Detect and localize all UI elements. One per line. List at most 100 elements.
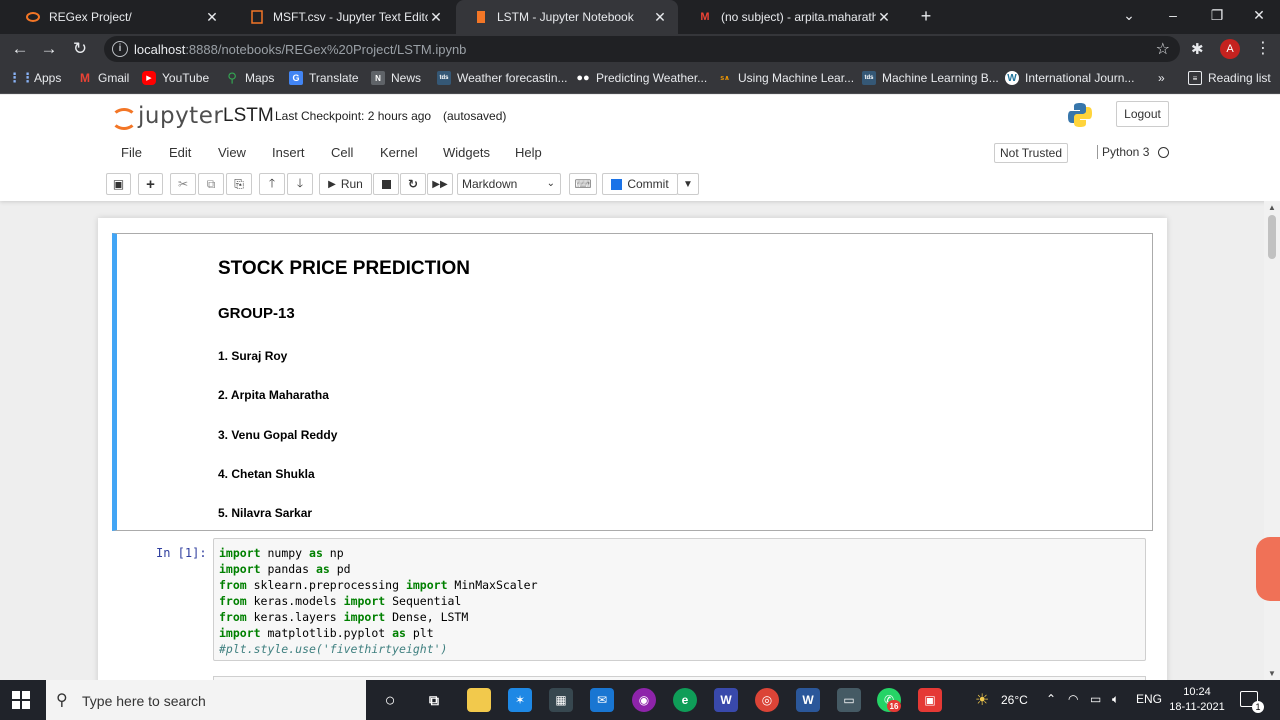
restart-kernel-button[interactable]: ↻ [400, 173, 426, 195]
copy-button[interactable]: ⧉ [198, 173, 224, 195]
language-indicator[interactable]: ENG [1136, 692, 1162, 706]
close-icon[interactable]: ✕ [652, 9, 668, 26]
menu-file[interactable]: File [121, 145, 142, 160]
browser-menu-icon[interactable]: ⋮ [1255, 38, 1271, 58]
restore-button[interactable]: ❐ [1194, 0, 1240, 34]
tab-lstm-notebook[interactable]: LSTM - Jupyter Notebook ✕ [456, 0, 678, 34]
tray-overflow-chevron-icon[interactable]: ⌃ [1046, 692, 1056, 706]
tab-gmail[interactable]: M (no subject) - arpita.maharatha1S ✕ [680, 0, 902, 34]
menu-widgets[interactable]: Widgets [443, 145, 490, 160]
bookmark-star-icon[interactable]: ☆ [1156, 39, 1170, 59]
scroll-up-icon[interactable]: ▲ [1268, 203, 1276, 212]
scrollbar-thumb[interactable] [1268, 215, 1276, 259]
jupyter-logo[interactable]: jupyter [110, 103, 223, 130]
cell-type-select[interactable]: Markdown ⌄ [457, 173, 561, 195]
move-up-button[interactable]: 🡑 [259, 173, 285, 195]
tab-regex-project[interactable]: REGex Project/ ✕ [8, 0, 230, 34]
bookmark-using-machine-learning[interactable]: s∧ Using Machine Lear... [718, 71, 854, 85]
menu-view[interactable]: View [218, 145, 246, 160]
interrupt-kernel-button[interactable] [373, 173, 399, 195]
back-button[interactable]: ← [9, 38, 31, 60]
edge-icon[interactable]: e [673, 688, 697, 712]
markdown-cell-selected[interactable]: STOCK PRICE PREDICTION GROUP-13 1. Suraj… [112, 233, 1153, 531]
reload-button[interactable]: ↻ [69, 38, 91, 60]
bookmark-international-journal[interactable]: W International Journ... [1005, 71, 1134, 85]
menu-help[interactable]: Help [515, 145, 542, 160]
command-palette-button[interactable]: ⌨ [569, 173, 597, 195]
floating-side-widget[interactable] [1256, 537, 1280, 601]
close-icon[interactable]: ✕ [428, 9, 444, 26]
bookmark-apps[interactable]: ⋮⋮ Apps [8, 70, 61, 85]
word-icon[interactable]: W [796, 688, 820, 712]
bookmark-predicting-weather[interactable]: ●● Predicting Weather... [576, 71, 707, 85]
system-clock[interactable]: 10:24 18-11-2021 [1164, 685, 1230, 715]
stop-icon [381, 179, 391, 189]
bookmarks-bar: ⋮⋮ Apps M Gmail ▶ YouTube ⚲ Maps G Translate … [0, 64, 1280, 94]
minimize-button[interactable]: – [1150, 0, 1196, 34]
cell-type-value: Markdown [462, 177, 518, 191]
bookmark-translate[interactable]: G Translate [289, 71, 359, 85]
bookmark-weather-forecasting[interactable]: tds Weather forecastin... [437, 71, 568, 85]
info-icon[interactable]: i [112, 41, 128, 57]
settings-icon[interactable]: ✶ [508, 688, 532, 712]
trust-status-button[interactable]: Not Trusted [994, 143, 1069, 163]
bookmark-machine-learning-b[interactable]: tds Machine Learning B... [862, 71, 999, 85]
move-down-button[interactable]: 🡓 [287, 173, 313, 195]
notebook-name[interactable]: LSTM [223, 105, 274, 127]
cut-button[interactable]: ✂ [170, 173, 196, 195]
paste-icon: ⎘ [234, 176, 244, 191]
task-view-icon[interactable]: ⧉ [422, 688, 446, 712]
file-explorer-icon[interactable] [467, 688, 491, 712]
code-editor[interactable]: import numpy as np import pandas as pd f… [213, 538, 1146, 661]
forward-button[interactable]: → [38, 38, 60, 60]
menu-kernel[interactable]: Kernel [380, 145, 418, 160]
extensions-puzzle-icon[interactable]: ✱ [1191, 40, 1204, 58]
close-icon[interactable]: ✕ [204, 9, 220, 26]
scroll-down-icon[interactable]: ▼ [1268, 669, 1276, 678]
cortana-icon[interactable]: ○ [378, 688, 402, 712]
battery-icon[interactable]: ▭ [1090, 692, 1101, 706]
menu-insert[interactable]: Insert [272, 145, 305, 160]
restart-run-all-button[interactable]: ▶▶ [427, 173, 453, 195]
menu-cell[interactable]: Cell [331, 145, 353, 160]
bookmarks-overflow-chevron-icon[interactable]: » [1158, 71, 1165, 85]
logout-button[interactable]: Logout [1116, 101, 1169, 127]
windows-start-icon[interactable] [12, 691, 30, 709]
close-icon[interactable]: ✕ [876, 9, 892, 26]
address-bar[interactable]: i localhost:8888/notebooks/REGex%20Proje… [104, 36, 1180, 62]
code-cell[interactable]: In [1]: import numpy as np import pandas… [112, 538, 1153, 662]
weather-temperature[interactable]: 26°C [1001, 693, 1028, 707]
tab-msft-csv[interactable]: MSFT.csv - Jupyter Text Editor ✕ [232, 0, 454, 34]
kernel-name[interactable]: Python 3 [1097, 145, 1149, 159]
profile-avatar[interactable]: A [1220, 39, 1240, 59]
mail-icon[interactable]: ✉ [590, 688, 614, 712]
bookmark-maps[interactable]: ⚲ Maps [225, 70, 274, 85]
tab-title: LSTM - Jupyter Notebook [497, 10, 634, 24]
close-window-button[interactable]: ✕ [1236, 0, 1280, 34]
chrome-icon[interactable]: ◎ [755, 688, 779, 712]
bookmark-news[interactable]: N News [371, 71, 421, 85]
paste-button[interactable]: ⎘ [226, 173, 252, 195]
weather-sun-icon[interactable]: ☀ [975, 690, 989, 710]
insert-cell-button[interactable]: + [138, 173, 163, 195]
taskbar-search[interactable]: ⚲ Type here to search [46, 680, 366, 720]
tab-search-chevron-icon[interactable]: ⌄ [1106, 0, 1152, 34]
new-tab-button[interactable]: + [916, 6, 936, 26]
screen-recorder-icon[interactable]: ▣ [918, 688, 942, 712]
bookmark-gmail[interactable]: M Gmail [78, 71, 129, 85]
url-text[interactable]: localhost:8888/notebooks/REGex%20Project… [134, 42, 466, 57]
teams-chat-icon[interactable]: ◉ [632, 688, 656, 712]
save-button[interactable]: ▣ [106, 173, 131, 195]
bookmark-youtube[interactable]: ▶ YouTube [142, 71, 209, 85]
app-w-icon[interactable]: W [714, 688, 738, 712]
run-button[interactable]: ▶ Run [319, 173, 372, 195]
commit-dropdown-button[interactable]: ▼ [677, 173, 699, 195]
terminal-icon[interactable]: ▭ [837, 688, 861, 712]
reading-list-button[interactable]: ≡ Reading list [1188, 71, 1271, 85]
page-scrollbar[interactable]: ▲ ▼ [1264, 201, 1280, 680]
commit-button[interactable]: Commit [602, 173, 678, 195]
volume-icon[interactable]: 🔈︎ [1112, 692, 1119, 707]
menu-edit[interactable]: Edit [169, 145, 191, 160]
store-icon[interactable]: ▦ [549, 688, 573, 712]
wifi-icon[interactable]: ◠ [1068, 692, 1078, 706]
